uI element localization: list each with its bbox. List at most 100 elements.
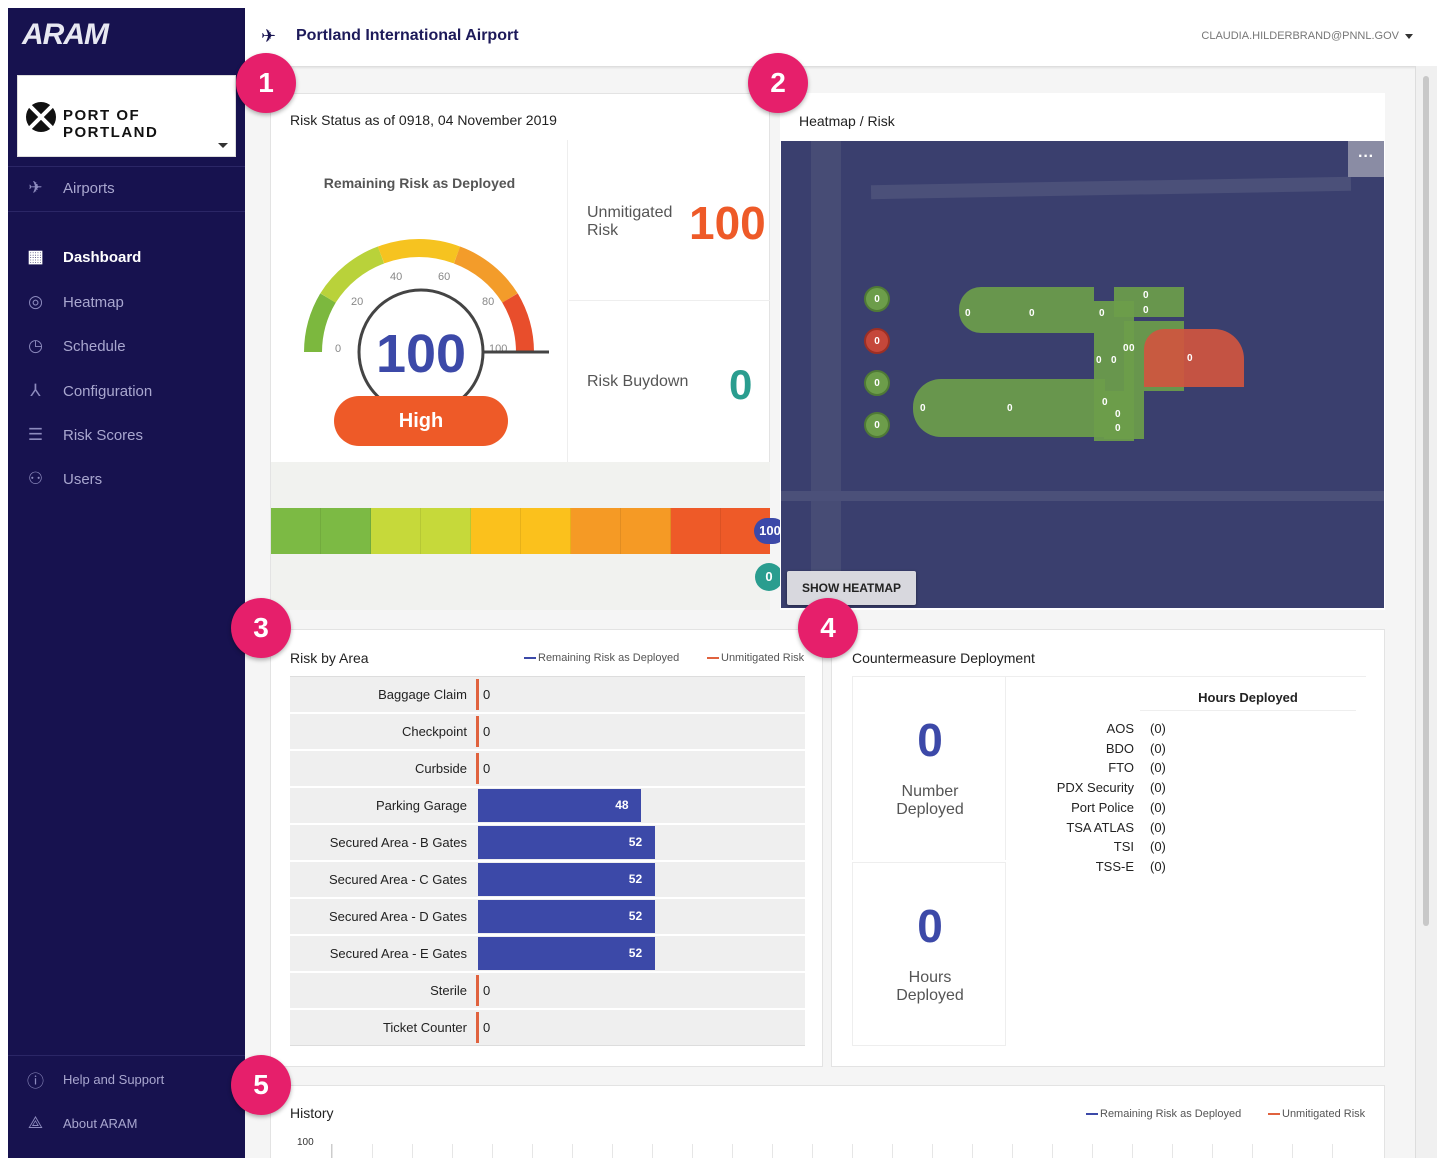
countermeasure-name: PDX Security	[1056, 780, 1134, 796]
buydown-label: Risk Buydown	[587, 373, 689, 390]
hours-deployed-label: Hours Deployed	[896, 969, 964, 1004]
help-icon: ⓘ	[27, 1071, 44, 1091]
callout-badge-3: 3	[231, 598, 291, 658]
hours-deployed-panel: 0 Hours Deployed	[852, 862, 1006, 1046]
bar-category-label: Secured Area - B Gates	[329, 835, 467, 850]
heatmap-zone-high-risk[interactable]	[1144, 329, 1244, 387]
heatmap-zone[interactable]	[1114, 287, 1184, 317]
sidebar-item-schedule[interactable]: ◷ Schedule	[8, 324, 245, 368]
unmitigated-value: 100	[689, 197, 766, 249]
plane-icon: ✈	[28, 178, 43, 197]
risk-scale: 100 0	[271, 462, 786, 610]
sidebar-item-label: Schedule	[63, 337, 126, 355]
gauge-tick-label: 0	[335, 343, 341, 355]
callout-badge-4: 4	[798, 598, 858, 658]
table-row: Checkpoint 0	[290, 714, 805, 749]
gauge-tick-label: 60	[438, 271, 450, 283]
countermeasure-hours: (0)	[1150, 819, 1166, 835]
risk-by-area-chart: Baggage Claim 0 Checkpoint 0 Curbside 0 Parkin…	[290, 676, 805, 1046]
table-row: Curbside 0	[290, 751, 805, 786]
sidebar-item-label: Users	[63, 470, 103, 488]
sidebar-item-users[interactable]: ⚇ Users	[8, 457, 245, 501]
zone-label: 0	[1187, 353, 1193, 364]
number-deployed-value: 0	[917, 714, 943, 766]
more-horizontal-icon[interactable]: ···	[1348, 141, 1384, 177]
zone-label: 0	[1115, 409, 1121, 420]
sidebar-item-risk-scores[interactable]: ☰ Risk Scores	[8, 413, 245, 457]
countermeasure-name: FTO	[1108, 760, 1134, 776]
user-menu[interactable]: CLAUDIA.HILDERBRAND@PNNL.GOV	[1201, 30, 1399, 42]
sidebar-item-heatmap[interactable]: ◎ Heatmap	[8, 280, 245, 324]
sidebar-item-label: Heatmap	[63, 293, 124, 311]
sliders-icon: ☰	[27, 425, 44, 444]
sidebar-item-help[interactable]: ⓘ Help and Support	[8, 1057, 245, 1101]
heatmap-zone[interactable]	[1104, 391, 1144, 439]
bar-value-label: 48	[615, 798, 629, 812]
target-icon: ◎	[28, 292, 43, 311]
callout-badge-1: 1	[236, 53, 296, 113]
history-card: History Remaining Risk as Deployed Unmit…	[270, 1085, 1385, 1158]
aram-icon: ⟁	[27, 1113, 44, 1132]
clock-icon: ◷	[28, 336, 43, 355]
table-row: Baggage Claim 0	[290, 677, 805, 712]
risk-by-area-card: Risk by Area Remaining Risk as Deployed …	[270, 629, 823, 1067]
sidebar-item-label: Configuration	[63, 382, 153, 400]
organization-selector[interactable]: PORT OF PORTLAND	[17, 75, 236, 157]
network-icon: ⅄	[30, 381, 41, 400]
scrollbar[interactable]	[1415, 66, 1437, 1158]
bar-value-label: 0	[483, 761, 491, 776]
zone-label: 0	[1099, 308, 1105, 319]
countermeasure-hours: (0)	[1150, 839, 1166, 855]
heatmap-checkpoint[interactable]: 0	[864, 370, 890, 396]
bar-category-label: Parking Garage	[375, 798, 467, 813]
bar-category-label: Ticket Counter	[382, 1020, 467, 1035]
risk-status-title: Risk Status as of 0918, 04 November 2019	[290, 112, 557, 128]
sidebar-item-about[interactable]: ⟁ About ARAM	[8, 1101, 245, 1145]
hours-table: Hours Deployed AOS (0) BDO (0) FTO (0) PDX Sec…	[1006, 676, 1366, 1046]
heatmap-zone[interactable]	[959, 287, 1094, 333]
heatmap-checkpoint[interactable]: 0	[864, 286, 890, 312]
legend-remaining: Remaining Risk as Deployed	[1086, 1108, 1241, 1120]
bar-value-label: 52	[628, 835, 643, 849]
countermeasure-hours: (0)	[1150, 760, 1166, 776]
sidebar-item-configuration[interactable]: ⅄ Configuration	[8, 369, 245, 413]
risk-status-card: Risk Status as of 0918, 04 November 2019…	[270, 93, 786, 610]
bar-category-label: Sterile	[430, 983, 467, 998]
buydown-panel: Risk Buydown 0	[569, 301, 770, 462]
zone-label: 0	[1111, 355, 1117, 366]
history-y-tick: 100	[297, 1137, 314, 1148]
zone-label: 0	[1102, 397, 1108, 408]
sidebar-item-dashboard[interactable]: ▦ Dashboard	[8, 235, 245, 279]
legend-remaining: Remaining Risk as Deployed	[524, 652, 679, 664]
heatmap-checkpoint[interactable]: 0	[864, 328, 890, 354]
number-deployed-label: Number Deployed	[896, 783, 964, 818]
sidebar-item-label: Airports	[63, 179, 115, 197]
port-logo-icon	[26, 102, 56, 132]
unmitigated-label: Unmitigated Risk	[587, 204, 673, 239]
airport-heatmap[interactable]: 0 0 0 0 0 0 0 0 0 0 0 0 0 0 0 0 0 0 0 ··…	[781, 141, 1384, 608]
table-row: Parking Garage 48	[290, 788, 805, 823]
heatmap-checkpoint[interactable]: 0	[864, 412, 890, 438]
chevron-down-icon	[218, 143, 228, 148]
bar-value-label: 0	[483, 724, 491, 739]
top-bar: ✈ Portland International Airport CLAUDIA…	[245, 8, 1437, 66]
sidebar-item-airports[interactable]: ✈ Airports	[8, 166, 245, 210]
bar-category-label: Secured Area - D Gates	[328, 909, 467, 924]
scrollbar-thumb[interactable]	[1423, 76, 1429, 926]
zone-label: 0	[1143, 290, 1149, 301]
bar-value-label: 52	[628, 909, 643, 923]
bar-category-label: Secured Area - C Gates	[328, 872, 467, 887]
sidebar-item-label: Risk Scores	[63, 426, 144, 444]
show-heatmap-button[interactable]: SHOW HEATMAP	[787, 571, 916, 605]
risk-level-badge: High	[334, 396, 508, 446]
app-logo[interactable]: ARAM	[22, 18, 109, 52]
dashboard-icon: ▦	[27, 247, 44, 266]
unmitigated-bar	[476, 1012, 479, 1043]
unmitigated-bar	[476, 679, 479, 710]
countermeasure-hours: (0)	[1150, 799, 1166, 815]
chevron-down-icon[interactable]	[1405, 34, 1413, 39]
countermeasure-hours: (0)	[1150, 721, 1166, 736]
page-title: Portland International Airport	[296, 27, 519, 44]
zone-label: 0	[1143, 305, 1149, 316]
hours-deployed-value: 0	[917, 900, 943, 952]
